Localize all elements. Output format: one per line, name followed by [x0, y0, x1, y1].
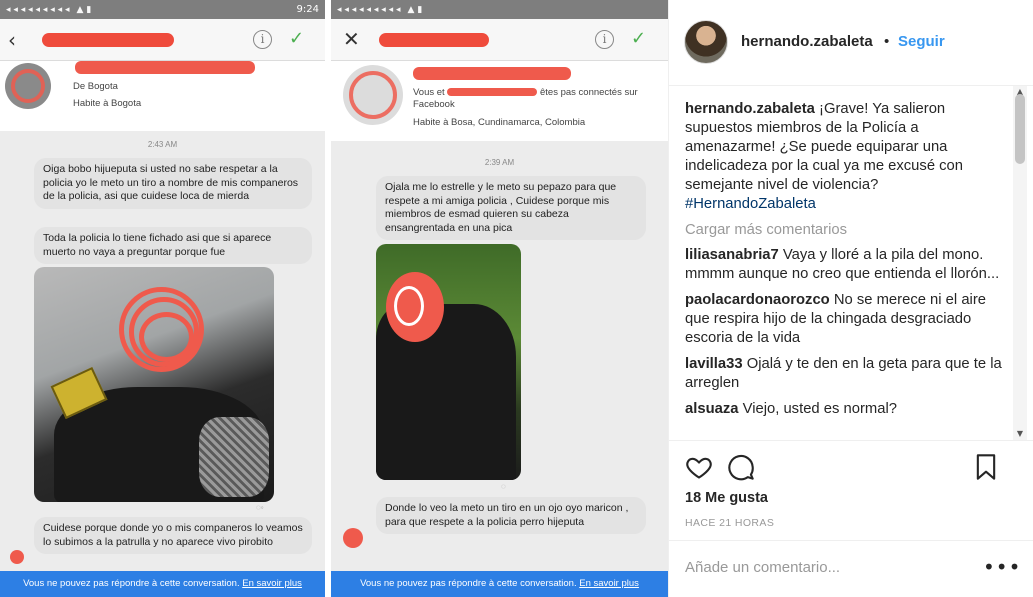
chat-header: ‹ i ✓ — [0, 19, 325, 61]
close-icon: ✕ — [343, 27, 360, 51]
comments-list: hernando.zabaleta ¡Grave! Ya salieron su… — [685, 100, 1010, 440]
message-photo — [376, 244, 521, 480]
comment-item: liliasanabria7 Vaya y lloré a la pila de… — [685, 246, 1010, 284]
chat-timestamp: 2:39 AM — [484, 158, 515, 167]
redacted-sender-avatar — [10, 550, 24, 564]
follow-button[interactable]: Seguir — [898, 33, 945, 50]
notification-icons: ◂ ◂ ◂ ◂ ◂ ◂ ◂ ◂ ◂ — [337, 4, 401, 15]
comments-scrollbar[interactable]: ▲ ▼ — [1013, 86, 1027, 440]
footer-text: Vous ne pouvez pas répondre à cette conv… — [23, 578, 240, 589]
comment-username[interactable]: paolacardonaorozco — [685, 292, 830, 308]
comment-item: lavilla33 Ojalá y te den en la geta para… — [685, 355, 1010, 393]
comment-item: paolacardonaorozco No se merece ni el ai… — [685, 291, 1010, 348]
message-bubble: Toda la policia lo tiene fichado asi que… — [34, 227, 312, 264]
hashtag-link[interactable]: #HernandoZabaleta — [685, 196, 816, 212]
footer-link: En savoir plus — [579, 578, 639, 589]
more-options-icon[interactable]: ••• — [983, 555, 1021, 579]
chat-timestamp: 2:43 AM — [147, 140, 178, 149]
redacted-avatar — [5, 63, 51, 109]
post-image: ◂ ◂ ◂ ◂ ◂ ◂ ◂ ◂ ◂ ▲ ▮ 9:24 ‹ i ✓ De Bogo… — [0, 0, 668, 597]
seen-indicator: ◌◦ — [256, 503, 264, 512]
comment-input[interactable]: Añade un comentario... — [685, 559, 840, 576]
heart-icon[interactable] — [685, 453, 713, 481]
post-actions: 18 Me gusta HACE 21 HORAS — [669, 440, 1033, 540]
redacted-name — [42, 33, 174, 47]
post-time: HACE 21 HORAS — [685, 517, 775, 529]
scrollbar-thumb[interactable] — [1015, 94, 1025, 164]
bookmark-icon[interactable] — [972, 453, 1000, 481]
username-link[interactable]: hernando.zabaleta — [741, 33, 873, 50]
comment-icon[interactable] — [727, 453, 755, 481]
profile-line1: Vous et êtes pas connectés sur — [413, 87, 638, 98]
contact-profile: Vous et êtes pas connectés sur Facebook … — [331, 61, 668, 141]
comment-username[interactable]: alsuaza — [685, 401, 738, 417]
footer-link: En savoir plus — [242, 578, 302, 589]
add-comment-bar: Añade un comentario... ••• — [669, 540, 1033, 597]
post-header: hernando.zabaleta • Seguir — [669, 0, 1033, 86]
check-icon: ✓ — [631, 28, 647, 49]
message-bubble: Donde lo veo la meto un tiro en un ojo o… — [376, 497, 646, 534]
message-bubble: Cuidese porque donde yo o mis companeros… — [34, 517, 312, 554]
comment-item: alsuaza Viejo, usted es normal? — [685, 400, 1010, 419]
profile-line1-b: êtes pas connectés sur — [539, 87, 638, 98]
back-icon: ‹ — [8, 28, 16, 52]
comment-username[interactable]: lavilla33 — [685, 356, 743, 372]
phone-status-bar: ◂ ◂ ◂ ◂ ◂ ◂ ◂ ◂ ◂ ▲ ▮ 9:24 — [0, 0, 325, 19]
redacted-avatar — [343, 65, 403, 125]
caption-username[interactable]: hernando.zabaleta — [685, 101, 815, 117]
likes-count[interactable]: 18 Me gusta — [685, 490, 768, 506]
load-more-comments-button[interactable]: Cargar más comentarios — [685, 221, 1010, 240]
profile-line1-a: Vous et — [413, 87, 445, 98]
profile-habite: Habite à Bosa, Cundinamarca, Colombia — [413, 117, 586, 128]
footer-text: Vous ne pouvez pas répondre à cette conv… — [360, 578, 577, 589]
chat-header: ✕ i ✓ — [331, 19, 668, 61]
profile-location: De Bogota — [73, 81, 118, 92]
redacted-contact-name — [413, 67, 571, 80]
caption: hernando.zabaleta ¡Grave! Ya salieron su… — [685, 100, 1010, 214]
info-icon: i — [595, 30, 614, 49]
chat-screenshot-left: ◂ ◂ ◂ ◂ ◂ ◂ ◂ ◂ ◂ ▲ ▮ 9:24 ‹ i ✓ De Bogo… — [0, 0, 325, 597]
separator-dot: • — [884, 33, 890, 50]
info-icon: i — [253, 30, 272, 49]
messenger-footer: Vous ne pouvez pas répondre à cette conv… — [0, 571, 325, 597]
contact-profile: De Bogota Habite à Bogota — [0, 61, 325, 131]
phone-status-bar: ◂ ◂ ◂ ◂ ◂ ◂ ◂ ◂ ◂ ▲ ▮ — [331, 0, 668, 19]
message-bubble: Ojala me lo estrelle y le meto su pepazo… — [376, 176, 646, 240]
scroll-down-icon[interactable]: ▼ — [1013, 428, 1027, 440]
profile-line2: Facebook — [413, 99, 455, 110]
check-icon: ✓ — [289, 28, 305, 49]
messenger-footer: Vous ne pouvez pas répondre à cette conv… — [331, 571, 668, 597]
notification-icons: ◂ ◂ ◂ ◂ ◂ ◂ ◂ ◂ ◂ — [6, 4, 70, 15]
post-sidebar: hernando.zabaleta • Seguir hernando.zaba… — [668, 0, 1033, 597]
signal-icon: ▲ ▮ — [407, 4, 423, 15]
chat-screenshot-right: ◂ ◂ ◂ ◂ ◂ ◂ ◂ ◂ ◂ ▲ ▮ ✕ i ✓ Vous et êtes… — [331, 0, 668, 597]
redacted-name — [379, 33, 489, 47]
redacted-text — [447, 88, 538, 97]
profile-habite: Habite à Bogota — [73, 98, 142, 109]
message-bubble: Oiga bobo hijueputa si usted no sabe res… — [34, 158, 312, 209]
redacted-contact-name — [75, 61, 255, 74]
comment-text: Viejo, usted es normal? — [742, 401, 897, 417]
status-time: 9:24 — [296, 4, 319, 15]
avatar[interactable] — [684, 20, 728, 64]
comment-username[interactable]: liliasanabria7 — [685, 247, 779, 263]
seen-indicator: ◌ — [501, 482, 506, 491]
message-photo — [34, 267, 274, 502]
redacted-sender-avatar — [343, 528, 363, 548]
signal-icon: ▲ ▮ — [76, 4, 92, 15]
